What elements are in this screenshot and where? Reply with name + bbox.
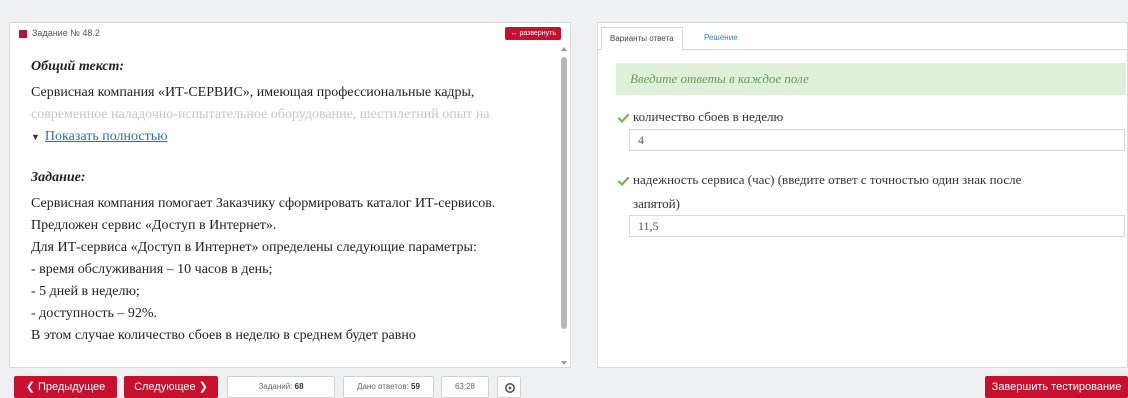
task-content: Общий текст: Сервисная компания «ИТ-СЕРВ…	[10, 56, 558, 347]
tasks-count-badge: Заданий: 68	[227, 376, 335, 398]
answer-field[interactable]: 4	[629, 129, 1125, 151]
general-text-heading: Общий текст:	[31, 59, 125, 74]
task-scrollbar[interactable]	[560, 47, 568, 365]
task-line: Предложен сервис «Доступ в Интернет».	[31, 218, 277, 233]
task-header: Задание № 48.2 ↔ развернуть	[10, 23, 570, 45]
answers-count-label: Дано ответов:	[357, 382, 409, 391]
finish-test-button[interactable]: Завершить тестирование	[985, 376, 1128, 398]
previous-button-label: Предыдущее	[37, 381, 106, 393]
scroll-thumb[interactable]	[561, 57, 567, 329]
settings-button[interactable]	[497, 376, 521, 398]
tab-solution[interactable]: Решение	[696, 27, 746, 51]
timer: 63:28	[441, 376, 489, 398]
task-line: Сервисная компания помогает Заказчику сф…	[31, 196, 496, 211]
red-square-icon	[19, 30, 27, 38]
answer-field[interactable]: 11,5	[629, 215, 1125, 237]
answers-count-value: 59	[411, 382, 420, 391]
show-full-label[interactable]: Показать полностью	[45, 129, 168, 144]
general-text-line: Сервисная компания «ИТ-СЕРВИС», имеющая …	[31, 85, 475, 100]
tab-answers[interactable]: Варианты ответа	[601, 27, 683, 51]
chevron-right-icon: ❯	[195, 381, 208, 393]
instruction-notice: Введите ответы в каждое поле	[616, 63, 1126, 95]
expand-button[interactable]: ↔ развернуть	[505, 27, 561, 40]
task-line: Для ИТ-сервиса «Доступ в Интернет» опред…	[31, 240, 477, 255]
general-text-faded-line: современное наладочно-испытательное обор…	[31, 107, 490, 122]
task-heading: Задание:	[31, 170, 86, 185]
task-panel: Задание № 48.2 ↔ развернуть Общий текст: …	[9, 22, 571, 368]
checkmark-icon	[618, 114, 629, 123]
task-line: - 5 дней в неделю;	[31, 284, 140, 299]
scroll-down-arrow-icon[interactable]	[561, 361, 567, 365]
answer-panel: Варианты ответа Решение Введите ответы в…	[597, 22, 1128, 368]
task-title: Задание № 48.2	[32, 28, 100, 38]
answer-tabs: Варианты ответа Решение	[598, 23, 1127, 51]
checkmark-icon	[618, 177, 629, 186]
show-full-link[interactable]: ▼ Показать полностью	[31, 126, 558, 148]
tasks-count-label: Заданий:	[258, 382, 293, 391]
chevron-left-icon: ❮	[25, 381, 38, 393]
previous-button[interactable]: ❮ Предыдущее	[14, 376, 117, 398]
task-line: - время обслуживания – 10 часов в день;	[31, 262, 273, 277]
answers-count-badge: Дано ответов: 59	[343, 376, 434, 398]
next-button-label: Следующее	[134, 381, 196, 393]
tasks-count-value: 68	[294, 382, 304, 391]
question-label: количество сбоев в неделю	[633, 109, 784, 124]
gear-icon	[505, 383, 515, 393]
next-button[interactable]: Следующее ❯	[124, 376, 218, 398]
task-line: В этом случае количество сбоев в неделю …	[31, 328, 416, 343]
scroll-up-arrow-icon[interactable]	[561, 47, 567, 51]
question-label-continuation: запятой)	[633, 196, 680, 211]
chevron-down-icon: ▼	[31, 132, 40, 142]
expand-arrows-icon: ↔	[510, 30, 518, 37]
question-label: надежность сервиса (час) (введите ответ …	[633, 172, 1022, 187]
task-line: - доступность – 92%.	[31, 306, 157, 321]
expand-button-label: развернуть	[519, 30, 556, 37]
